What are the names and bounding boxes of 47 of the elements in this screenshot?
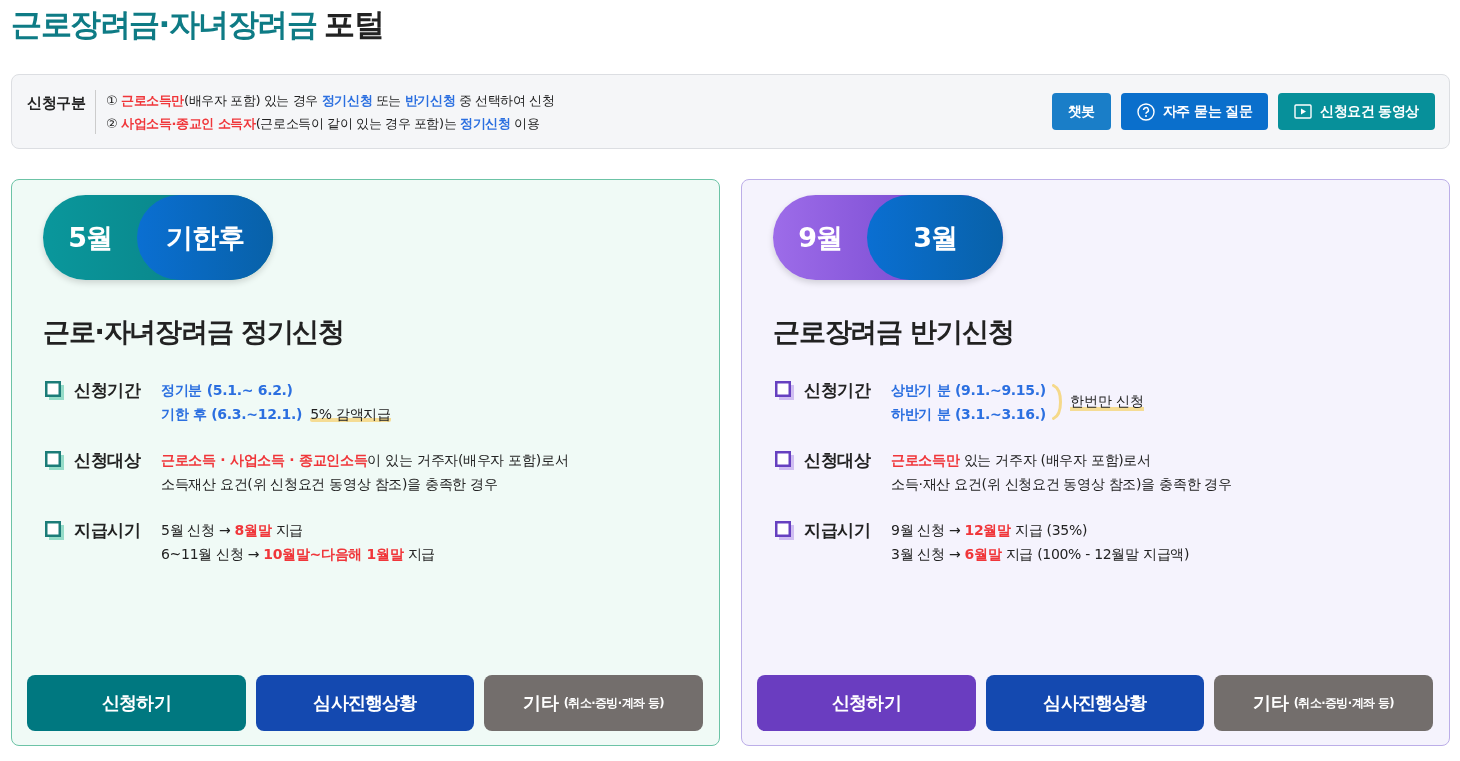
row-label: 지급시기 xyxy=(74,518,140,542)
apply-button[interactable]: 신청하기 xyxy=(757,675,976,731)
row-text: 6~11월 신청 → 10월말~다음해 1월말 지급 xyxy=(161,545,436,564)
note-text: 한번만 신청 xyxy=(1069,393,1145,411)
period-end-badge: 3월 xyxy=(867,195,1003,280)
card-heading: 근로장려금 반기신청 xyxy=(773,315,1015,349)
page-title: 근로장려금·자녀장려금 포털 xyxy=(11,5,385,44)
review-status-button[interactable]: 심사진행상황 xyxy=(985,675,1205,731)
square-bullet-icon xyxy=(775,450,794,470)
brace-icon xyxy=(1051,384,1062,420)
square-bullet-icon xyxy=(45,380,64,400)
apply-button[interactable]: 신청하기 xyxy=(27,675,246,731)
row-label: 신청기간 xyxy=(804,378,870,402)
row-text: 소득·재산 요건(위 신청요건 동영상 참조)을 충족한 경우 xyxy=(891,475,1232,494)
card-heading: 근로·자녀장려금 정기신청 xyxy=(43,315,346,349)
notice-text: ② 사업소득·종교인 소득자(근로소득이 같이 있는 경우 포함)는 정기신청 이용 xyxy=(106,114,541,133)
row-label: 신청대상 xyxy=(804,448,870,472)
row-text: 기한 후 (6.3.~12.1.) 5% 감액지급 xyxy=(161,405,391,424)
row-label: 신청대상 xyxy=(74,448,140,472)
period-start-label: 5월 xyxy=(67,220,114,255)
period-start-label: 9월 xyxy=(797,220,844,255)
row-text: 하반기 분 (3.1.~3.16.) xyxy=(891,405,1046,424)
review-status-button[interactable]: 심사진행상황 xyxy=(255,675,475,731)
row-label: 신청기간 xyxy=(74,378,140,402)
row-text: 3월 신청 → 6월말 지급 (100% - 12월말 지급액) xyxy=(891,545,1190,564)
chatbot-button[interactable]: 챗봇 xyxy=(1051,93,1111,130)
notice-text: ① 근로소득만(배우자 포함) 있는 경우 정기신청 또는 반기신청 중 선택하여 신청 xyxy=(106,91,556,110)
period-end-badge: 기한후 xyxy=(137,195,273,280)
faq-button[interactable]: 자주 묻는 질문 xyxy=(1120,93,1269,130)
row-text: 소득재산 요건(위 신청요건 동영상 참조)을 충족한 경우 xyxy=(161,475,499,494)
square-bullet-icon xyxy=(775,380,794,400)
notice-label: 신청구분 xyxy=(27,89,96,134)
row-text: 근로소득만 있는 거주자 (배우자 포함)로서 xyxy=(891,451,1152,470)
row-label: 지급시기 xyxy=(804,518,870,542)
help-icon xyxy=(1136,102,1155,121)
row-text: 정기분 (5.1.~ 6.2.) xyxy=(161,381,294,400)
other-button[interactable]: 기타 (취소·증빙·계좌 등) xyxy=(1214,675,1433,731)
video-button[interactable]: 신청요건 동영상 xyxy=(1278,93,1435,130)
square-bullet-icon xyxy=(45,520,64,540)
square-bullet-icon xyxy=(45,450,64,470)
play-icon xyxy=(1294,104,1313,119)
row-text: 상반기 분 (9.1.~9.15.) xyxy=(891,381,1046,400)
row-text: 9월 신청 → 12월말 지급 (35%) xyxy=(891,521,1089,540)
other-button[interactable]: 기타 (취소·증빙·계좌 등) xyxy=(484,675,703,731)
row-text: 근로소득 · 사업소득 · 종교인소득이 있는 거주자(배우자 포함)로서 xyxy=(161,451,569,470)
square-bullet-icon xyxy=(775,520,794,540)
row-text: 5월 신청 → 8월말 지급 xyxy=(161,521,304,540)
